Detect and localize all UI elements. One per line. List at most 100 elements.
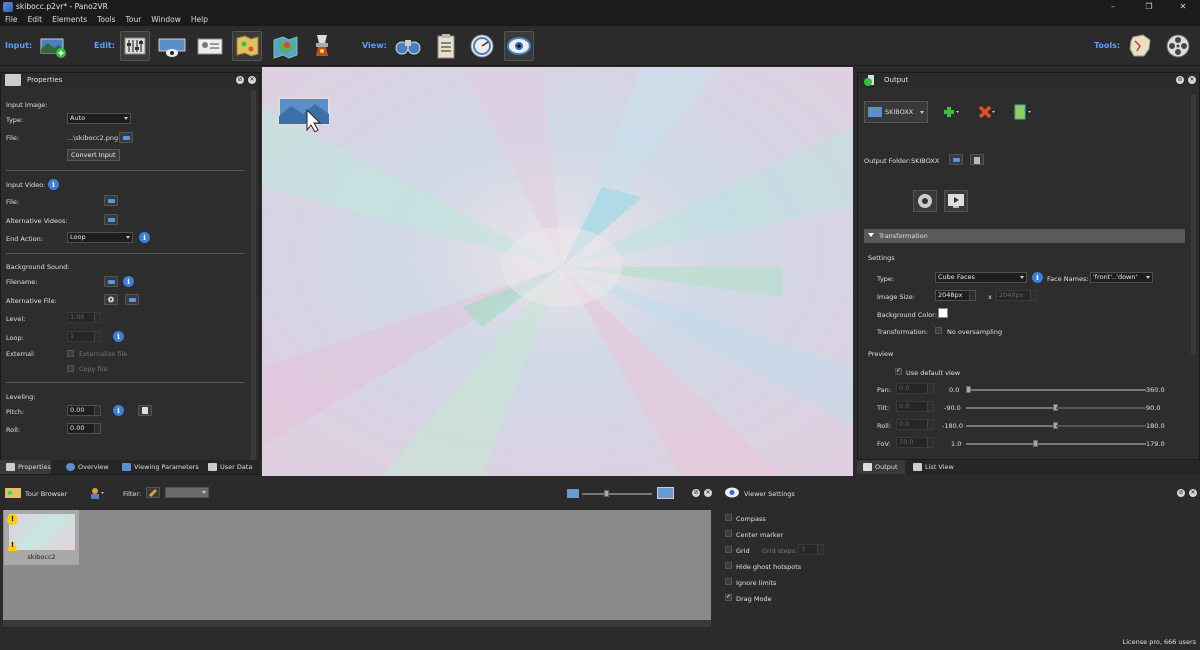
browse-video-button[interactable] xyxy=(104,195,118,206)
browse-file-button[interactable] xyxy=(119,132,133,143)
skin-editor-button[interactable] xyxy=(307,31,337,61)
floor-plan-button[interactable] xyxy=(270,31,300,61)
output-format-select[interactable]: SKIBOXX xyxy=(864,101,928,123)
info-icon[interactable]: i xyxy=(113,405,124,416)
face-names-select[interactable]: 'front'..'down' xyxy=(1090,272,1153,283)
browse-alt-videos-button[interactable] xyxy=(104,214,118,225)
add-output-button[interactable] xyxy=(940,103,960,121)
output-title: Output xyxy=(884,76,909,84)
close-panel-button[interactable]: ✕ xyxy=(1188,76,1196,84)
output-options-button[interactable] xyxy=(1012,103,1032,121)
video-tool-button[interactable] xyxy=(1163,31,1193,61)
preview-eye-button[interactable] xyxy=(504,31,534,61)
menu-tools[interactable]: Tools xyxy=(92,14,120,26)
float-panel-button[interactable]: ⊘ xyxy=(692,489,700,497)
info-icon[interactable]: i xyxy=(139,232,150,243)
input-type-select[interactable]: Auto xyxy=(67,113,131,124)
info-icon[interactable]: i xyxy=(1032,272,1043,283)
settings-button[interactable] xyxy=(913,190,937,212)
externalize-checkbox[interactable] xyxy=(67,350,74,357)
trash-button[interactable] xyxy=(970,154,984,165)
thumbnail-size-slider[interactable] xyxy=(582,490,652,497)
menu-edit[interactable]: Edit xyxy=(23,14,48,26)
filter-pencil-button[interactable] xyxy=(146,487,160,498)
slider-handle[interactable] xyxy=(966,386,971,393)
fov-slider[interactable] xyxy=(966,440,1146,447)
close-panel-button[interactable]: ✕ xyxy=(1189,489,1197,497)
roll-slider[interactable] xyxy=(966,422,1058,429)
info-icon[interactable]: i xyxy=(48,179,59,190)
settings-sound-button[interactable] xyxy=(104,294,118,305)
convert-input-button[interactable]: Convert Input xyxy=(67,149,120,161)
tab-overview[interactable]: Overview xyxy=(60,460,109,474)
browse-output-folder-button[interactable] xyxy=(949,154,963,165)
localize-tool-button[interactable] xyxy=(1125,31,1155,61)
tab-output[interactable]: Output xyxy=(857,460,905,474)
transformation-header[interactable]: Transformation xyxy=(864,229,1185,243)
float-panel-button[interactable]: ⊘ xyxy=(1177,489,1185,497)
viewing-parameters-button[interactable] xyxy=(157,31,187,61)
grid-checkbox[interactable] xyxy=(725,546,732,553)
slider-handle[interactable] xyxy=(1033,440,1038,447)
no-oversampling-checkbox[interactable] xyxy=(935,327,942,334)
end-action-select[interactable]: Loop xyxy=(67,232,133,243)
tab-viewing-parameters[interactable]: Viewing Parameters xyxy=(116,460,199,474)
tilt-slider[interactable] xyxy=(966,404,1058,411)
thumbnail-item[interactable]: ! ! skibocc2 xyxy=(4,510,79,565)
output-scrollbar[interactable] xyxy=(1191,95,1196,355)
center-marker-label: Center marker xyxy=(736,531,784,539)
add-input-button[interactable] xyxy=(38,31,68,61)
output-type-select[interactable]: Cube Faces xyxy=(935,272,1027,283)
menu-tour[interactable]: Tour xyxy=(121,14,147,26)
info-icon[interactable]: i xyxy=(123,276,134,287)
loop-spinbox[interactable]: 1 xyxy=(67,331,101,342)
level-tool-button[interactable] xyxy=(138,405,152,416)
browse-sound-button[interactable] xyxy=(104,276,118,287)
maximize-button[interactable]: ❐ xyxy=(1132,0,1166,14)
use-default-view-checkbox[interactable] xyxy=(895,367,902,375)
close-panel-button[interactable]: ✕ xyxy=(704,489,712,497)
menu-help[interactable]: Help xyxy=(186,14,213,26)
clipboard-button[interactable] xyxy=(431,31,461,61)
tab-user-data[interactable]: User Data xyxy=(202,460,252,474)
compass-button[interactable] xyxy=(467,31,497,61)
float-panel-button[interactable]: ⊘ xyxy=(236,76,244,84)
slider-handle[interactable] xyxy=(604,490,609,497)
panorama-viewer[interactable] xyxy=(262,67,853,476)
hide-ghost-checkbox[interactable] xyxy=(725,562,732,569)
binoculars-button[interactable] xyxy=(393,31,423,61)
remove-output-button[interactable] xyxy=(976,103,996,121)
minimize-button[interactable]: – xyxy=(1096,0,1130,14)
bg-color-swatch[interactable] xyxy=(938,308,948,318)
roll-spinbox[interactable]: 0.00 xyxy=(67,423,101,434)
close-button[interactable]: ✕ xyxy=(1166,0,1200,14)
tour-map-button[interactable] xyxy=(232,31,262,61)
menu-elements[interactable]: Elements xyxy=(47,14,92,26)
pan-slider[interactable] xyxy=(966,386,1146,393)
center-marker-checkbox[interactable] xyxy=(725,530,732,537)
preview-button[interactable] xyxy=(944,190,968,212)
horizontal-scrollbar[interactable] xyxy=(3,620,711,627)
image-size-spinbox[interactable]: 2048px xyxy=(935,290,976,301)
menu-window[interactable]: Window xyxy=(146,14,186,26)
float-panel-button[interactable]: ⊘ xyxy=(1176,76,1184,84)
filter-select[interactable] xyxy=(165,487,209,498)
user-sort-button[interactable] xyxy=(89,487,105,499)
copy-file-checkbox[interactable] xyxy=(67,365,74,372)
level-spinbox[interactable]: 1.00 xyxy=(67,312,101,323)
info-icon[interactable]: i xyxy=(113,331,124,342)
tab-list-view[interactable]: List View xyxy=(907,460,954,474)
browse-alt-file-button[interactable] xyxy=(125,294,139,305)
drag-mode-checkbox[interactable] xyxy=(725,593,732,601)
pitch-spinbox[interactable]: 0.00 xyxy=(67,405,101,416)
properties-scrollbar[interactable] xyxy=(251,91,256,461)
user-data-button[interactable] xyxy=(195,31,225,61)
pan-max: 360.0 xyxy=(1146,386,1165,394)
tour-thumbnails-area[interactable]: ! ! skibocc2 xyxy=(3,510,711,620)
tab-properties[interactable]: Properties xyxy=(0,460,51,474)
compass-checkbox[interactable] xyxy=(725,514,732,521)
ignore-limits-checkbox[interactable] xyxy=(725,578,732,585)
properties-tool-button[interactable] xyxy=(120,31,150,61)
menu-file[interactable]: File xyxy=(0,14,23,26)
close-panel-button[interactable]: ✕ xyxy=(248,76,256,84)
